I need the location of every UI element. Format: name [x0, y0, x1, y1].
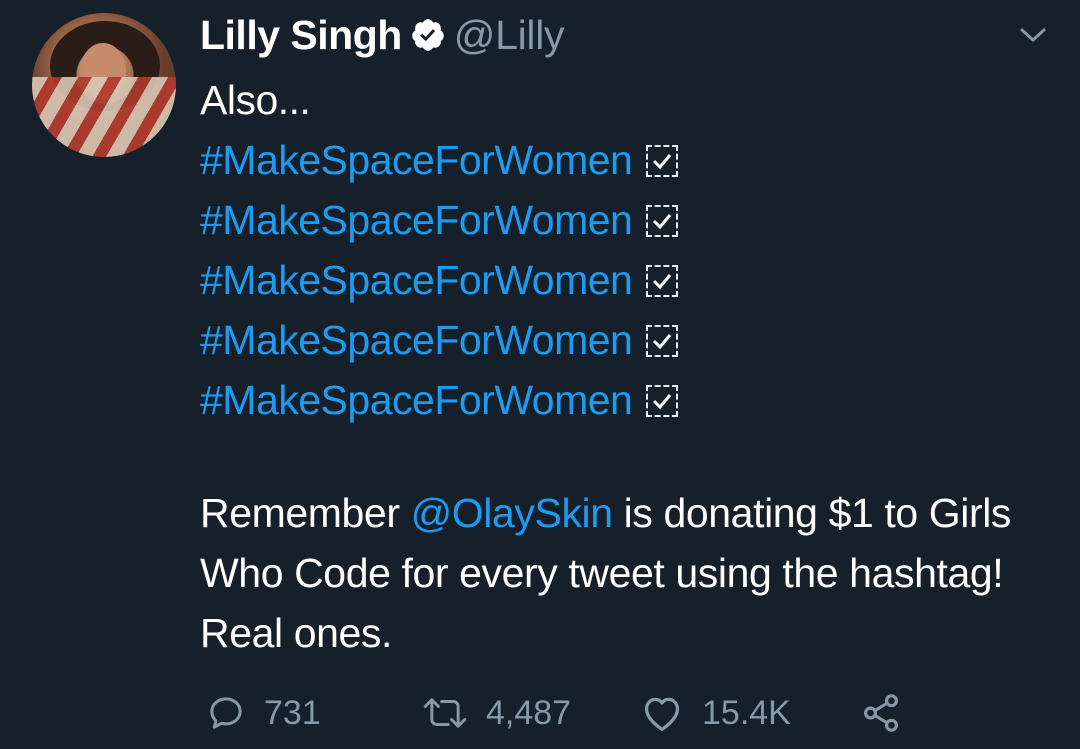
ballot-box-with-check-icon	[646, 145, 679, 177]
ballot-box-with-check-icon	[646, 205, 679, 237]
tweet: Lilly Singh @Lilly Also... #MakeSpaceFor…	[0, 0, 1080, 749]
hashtag-link[interactable]: #MakeSpaceForWomen	[200, 377, 633, 423]
like-button[interactable]: 15.4K	[640, 688, 791, 738]
hashtag-line: #MakeSpaceForWomen	[200, 130, 1060, 190]
tweet-header: Lilly Singh @Lilly	[200, 10, 565, 60]
tweet-body: Also... #MakeSpaceForWomen #MakeSpaceFor…	[200, 70, 1060, 430]
hashtag-link[interactable]: #MakeSpaceForWomen	[200, 137, 633, 183]
hashtag-link[interactable]: #MakeSpaceForWomen	[200, 257, 633, 303]
hashtag-line: #MakeSpaceForWomen	[200, 370, 1060, 430]
heart-icon	[644, 697, 680, 731]
verified-badge-icon	[412, 19, 444, 51]
ballot-box-with-check-icon	[646, 265, 679, 297]
hashtag-line: #MakeSpaceForWomen	[200, 310, 1060, 370]
mention-link[interactable]: @OlaySkin	[411, 490, 613, 536]
ballot-box-with-check-icon	[646, 385, 679, 417]
hashtag-link[interactable]: #MakeSpaceForWomen	[200, 197, 633, 243]
hashtag-line: #MakeSpaceForWomen	[200, 250, 1060, 310]
retweet-icon	[423, 698, 467, 728]
hashtag-link[interactable]: #MakeSpaceForWomen	[200, 317, 633, 363]
share-icon	[864, 694, 898, 732]
tweet-actions: 731 4,487 15.4K	[200, 688, 960, 738]
chevron-down-icon[interactable]	[1016, 22, 1050, 48]
retweet-button[interactable]: 4,487	[422, 688, 571, 738]
reply-count: 731	[264, 693, 321, 732]
tweet-intro: Also...	[200, 77, 311, 123]
paragraph-text: Remember	[200, 490, 411, 536]
like-count: 15.4K	[702, 693, 791, 732]
share-button[interactable]	[860, 688, 920, 738]
reply-button[interactable]: 731	[206, 688, 321, 738]
avatar-clothing	[32, 77, 176, 157]
avatar[interactable]	[32, 13, 176, 157]
author-handle[interactable]: @Lilly	[454, 12, 565, 59]
hashtag-line: #MakeSpaceForWomen	[200, 190, 1060, 250]
reply-icon	[210, 697, 242, 729]
retweet-count: 4,487	[486, 693, 572, 732]
author-name[interactable]: Lilly Singh	[200, 12, 402, 59]
tweet-paragraph: Remember @OlaySkin is donating $1 to Gir…	[200, 483, 1060, 663]
ballot-box-with-check-icon	[646, 325, 679, 357]
